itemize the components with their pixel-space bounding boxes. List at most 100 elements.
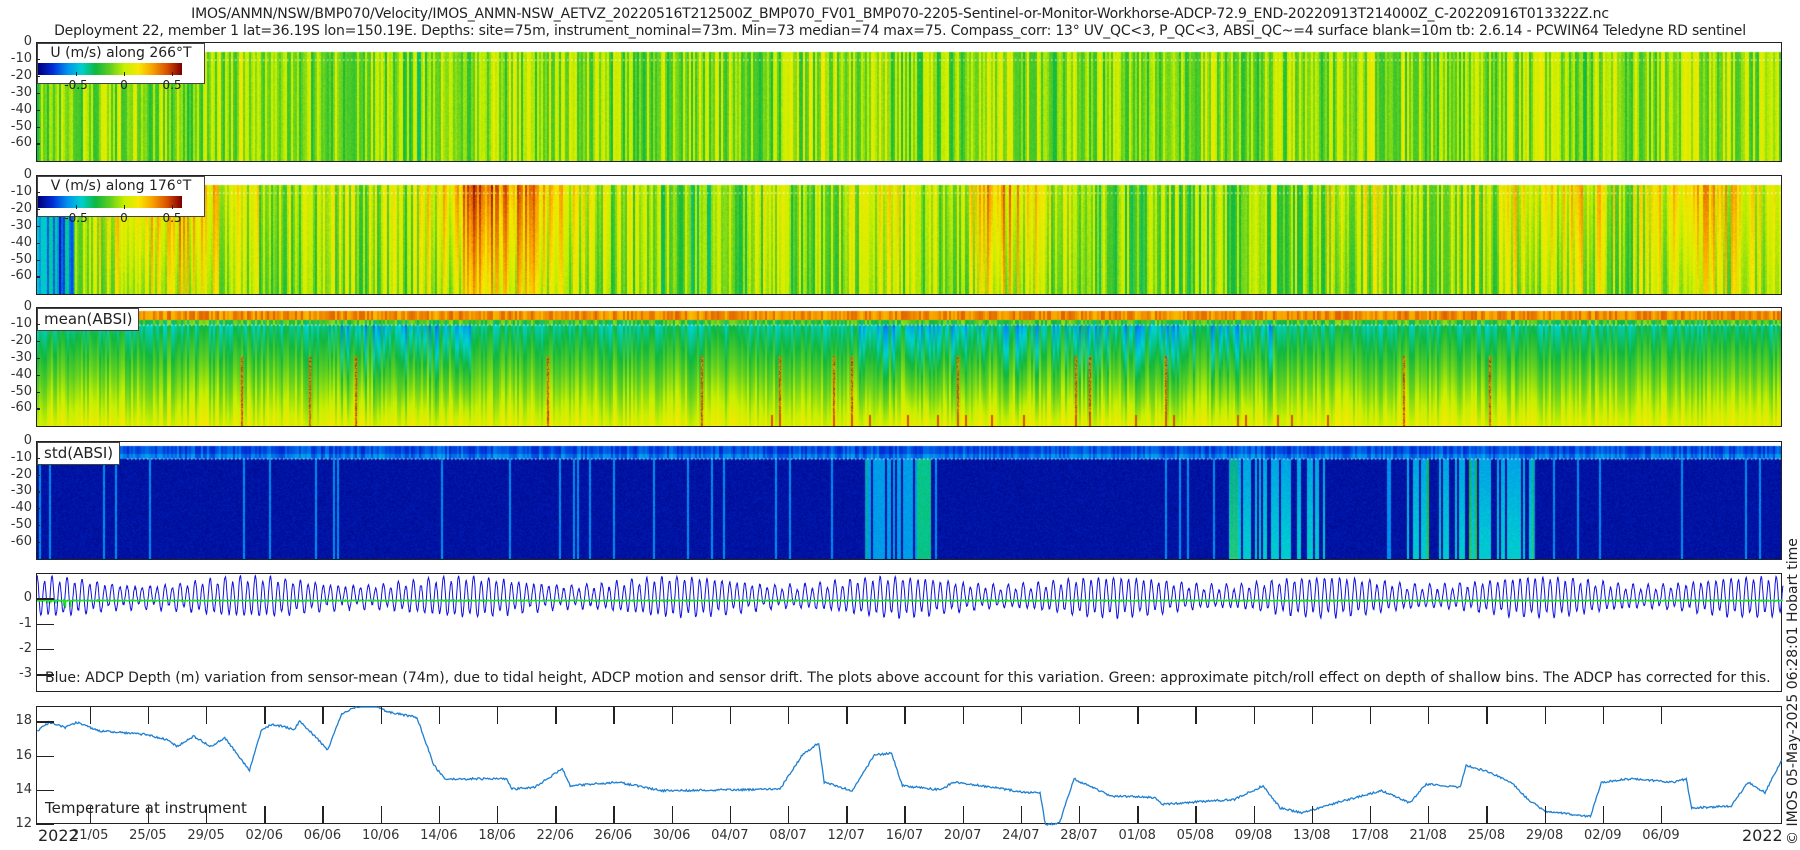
pitch-roll-effect-line [37,600,1783,608]
figure-title-line2: Deployment 22, member 1 lat=36.19S lon=1… [0,23,1800,39]
y-tick-mark [36,93,40,94]
y-tick-label: 0 [2,433,32,448]
y-tick-mark [36,491,40,492]
x-tick-mark [846,806,847,824]
x-tick-mark [555,806,556,824]
depth-annotation: Blue: ADCP Depth (m) variation from sens… [45,670,1771,686]
y-tick-label: 12 [2,816,32,831]
x-tick-label: 02/06 [246,828,283,843]
y-tick-mark [36,276,40,277]
x-tick-mark [1661,806,1662,824]
y-tick-mark [36,392,40,393]
x-tick-label: 18/06 [478,828,515,843]
x-tick-label: 02/09 [1584,828,1621,843]
y-tick-label: -40 [2,102,32,117]
y-tick-mark [36,243,40,244]
x-tick-mark [381,806,382,824]
x-tick-mark [1254,806,1255,824]
colorbar-tick-label: -0.5 [64,78,87,92]
x-tick-label: 25/05 [129,828,166,843]
mean-absi-panel: mean(ABSI) [36,307,1782,427]
y-tick-label: -30 [2,483,32,498]
mean-absi-heatmap [37,308,1781,426]
x-tick-label: 25/08 [1468,828,1505,843]
colorbar-tick-mark [76,205,77,209]
year-label-right: 2022 [1742,826,1783,845]
y-tick-mark [36,192,40,193]
x-tick-mark [497,706,498,724]
y-tick-label: -40 [2,367,32,382]
y-tick-label: -40 [2,500,32,515]
y-tick-mark [36,756,54,757]
y-tick-mark [36,358,40,359]
temperature-panel: Temperature at instrument [36,706,1782,824]
u-colorbar [38,63,182,75]
y-tick-mark [36,226,40,227]
x-tick-mark [90,806,91,824]
y-tick-mark [36,341,40,342]
x-tick-mark [1312,806,1313,824]
x-tick-mark [613,706,614,724]
x-tick-mark [1603,706,1604,724]
x-tick-mark [90,706,91,724]
y-tick-mark [36,721,54,722]
y-tick-mark [36,76,40,77]
x-tick-mark [730,806,731,824]
y-tick-mark [36,127,40,128]
y-tick-label: -20 [2,467,32,482]
y-tick-label: -20 [2,333,32,348]
y-tick-mark [36,209,40,210]
x-tick-label: 04/07 [711,828,748,843]
v-velocity-heatmap [37,176,1781,294]
y-tick-mark [36,441,40,442]
x-tick-mark [1021,706,1022,724]
x-tick-label: 21/08 [1409,828,1446,843]
x-tick-mark [1079,706,1080,724]
y-tick-label: -30 [2,350,32,365]
x-tick-mark [788,806,789,824]
x-tick-mark [1079,806,1080,824]
y-tick-label: -20 [2,68,32,83]
y-tick-label: -30 [2,85,32,100]
x-tick-mark [730,706,731,724]
x-tick-label: 17/08 [1351,828,1388,843]
y-tick-label: -50 [2,119,32,134]
colorbar-tick-mark [76,72,77,76]
x-tick-mark [381,706,382,724]
y-tick-label: 14 [2,782,32,797]
temperature-plot [37,707,1783,825]
x-tick-mark [148,806,149,824]
u-colorbar-legend: U (m/s) along 266°T -0.5 0 0.5 [37,43,205,84]
y-tick-label: -10 [2,316,32,331]
depth-variation-panel: Blue: ADCP Depth (m) variation from sens… [36,573,1782,692]
y-tick-mark [36,674,54,675]
x-tick-label: 16/07 [886,828,923,843]
y-tick-label: -30 [2,218,32,233]
y-tick-label: -60 [2,135,32,150]
x-tick-mark [322,806,323,824]
v-colorbar [38,196,182,208]
y-tick-mark [36,508,40,509]
x-tick-mark [1603,806,1604,824]
y-tick-label: 0 [2,590,32,605]
x-tick-mark [1428,706,1429,724]
y-tick-mark [36,542,40,543]
u-colorbar-title: U (m/s) along 266°T [38,45,204,61]
std-absi-panel: std(ABSI) [36,441,1782,560]
x-tick-mark [846,706,847,724]
y-tick-mark [36,624,54,625]
x-tick-label: 01/08 [1118,828,1155,843]
y-tick-mark [36,375,40,376]
x-tick-label: 22/06 [537,828,574,843]
y-tick-mark [36,175,40,176]
colorbar-tick-mark [124,72,125,76]
y-tick-mark [36,649,54,650]
y-tick-label: -60 [2,268,32,283]
x-tick-mark [1486,806,1487,824]
x-tick-mark [555,706,556,724]
temperature-line [37,707,1781,825]
x-tick-label: 29/05 [187,828,224,843]
x-tick-mark [904,706,905,724]
x-tick-label: 29/08 [1526,828,1563,843]
mean-absi-label: mean(ABSI) [37,308,139,331]
